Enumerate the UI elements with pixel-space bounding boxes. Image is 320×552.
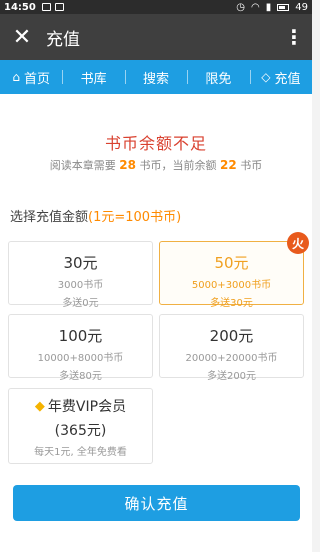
- status-time: 14:50: [4, 1, 36, 13]
- nav-item-library[interactable]: 书库: [62, 60, 124, 94]
- nav-item-search[interactable]: 搜索: [124, 60, 187, 94]
- option-amount: 100元: [58, 327, 103, 345]
- alarm-icon: ◷: [236, 1, 246, 13]
- option-amount: 30元: [63, 254, 98, 272]
- vip-description: 每天1元, 全年免费看: [34, 447, 127, 458]
- diamond-icon: ◇: [261, 70, 271, 84]
- option-amount: 50元: [214, 254, 249, 272]
- insufficient-balance-title: 书币余额不足: [104, 134, 207, 153]
- nav-item-recharge[interactable]: ◇ 充值: [249, 60, 312, 94]
- confirm-recharge-button[interactable]: 确认充值: [13, 485, 300, 521]
- option-200[interactable]: 200元 20000+20000书币 多送200元: [159, 314, 304, 382]
- option-coins: 20000+20000书币: [185, 353, 278, 364]
- nav-label: 搜索: [143, 71, 170, 87]
- vip-price: (365元): [54, 423, 107, 439]
- nav-label: 充值: [274, 71, 301, 87]
- nav-item-home[interactable]: ⌂ 首页: [0, 60, 62, 94]
- balance-info: 阅读本章需要 28 书币，当前余额 22 书币: [49, 158, 263, 172]
- nav-item-free[interactable]: 限免: [187, 60, 249, 94]
- needed-coins: 28: [119, 158, 136, 172]
- option-bonus: 多送200元: [206, 371, 257, 382]
- status-bar: 14:50 ◷ ◠ ▮ 49: [0, 0, 312, 14]
- option-amount: 200元: [209, 327, 254, 345]
- nav-label: 书库: [80, 71, 107, 87]
- close-icon[interactable]: ✕: [0, 14, 44, 60]
- current-balance: 22: [220, 158, 237, 172]
- exchange-rate: (1元=100书币): [88, 210, 182, 225]
- diamond-icon: ◆: [34, 398, 45, 414]
- signal-icon: ▮: [265, 1, 272, 13]
- option-50[interactable]: 50元 5000+3000书币 多送30元: [159, 241, 304, 309]
- option-30[interactable]: 30元 3000书币 多送0元: [8, 241, 153, 309]
- app-bar: ✕ 充值 ⋮: [0, 14, 312, 60]
- page-title: 充值: [46, 29, 80, 50]
- top-nav: ⌂ 首页 书库 搜索 限免 ◇ 充值: [0, 60, 312, 94]
- home-icon: ⌂: [12, 70, 20, 84]
- battery-level: 49: [295, 1, 308, 13]
- wifi-icon: ◠: [251, 1, 260, 13]
- vip-title: 年费VIP会员: [47, 399, 127, 415]
- option-bonus: 多送0元: [62, 298, 99, 309]
- battery-icon: [277, 3, 290, 11]
- option-100[interactable]: 100元 10000+8000书币 多送80元: [8, 314, 153, 382]
- choose-amount-label: 选择充值金额(1元=100书币): [10, 210, 182, 225]
- vip-option[interactable]: ◆ 年费VIP会员 (365元) 每天1元, 全年免费看: [8, 388, 153, 464]
- nav-label: 首页: [24, 71, 51, 87]
- option-bonus: 多送80元: [59, 371, 102, 382]
- notification-icon: [41, 3, 51, 11]
- more-options-icon[interactable]: ⋮: [276, 14, 312, 60]
- message-icon: [54, 3, 64, 11]
- fire-badge-icon: 火: [287, 232, 309, 254]
- option-coins: 10000+8000书币: [37, 353, 124, 364]
- nav-label: 限免: [205, 71, 232, 87]
- option-coins: 3000书币: [57, 280, 104, 291]
- option-bonus: 多送30元: [210, 298, 253, 309]
- option-coins: 5000+3000书币: [191, 280, 272, 291]
